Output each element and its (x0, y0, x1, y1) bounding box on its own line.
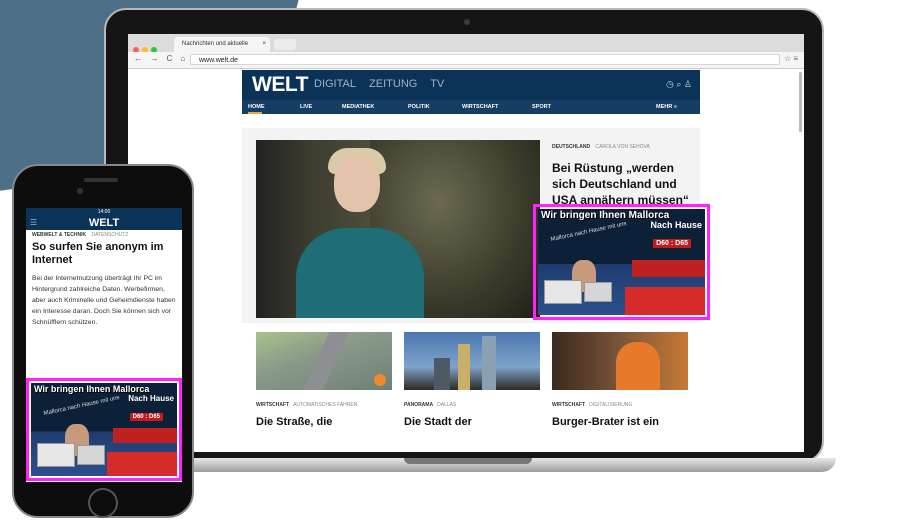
nav-home[interactable]: HOME (248, 104, 265, 110)
card-title[interactable]: Die Straße, die (256, 416, 392, 428)
person-shape (616, 342, 660, 390)
card-image-skyline (404, 332, 540, 390)
skyscraper-shape (482, 336, 496, 390)
bookmark-menu-icons[interactable]: ☆ ≡ (784, 54, 798, 63)
ad-headline: Wir bringen Ihnen Mallorca (34, 384, 150, 394)
phone-article-kicker: WEBWELT & TECHNIK DATENSCHUTZ (32, 232, 176, 238)
card-kicker-main: WIRTSCHAFT (256, 402, 290, 408)
section-tv[interactable]: TV (430, 78, 444, 90)
ad-subheadline: Nach Hause (128, 394, 174, 403)
ad-newspaper (584, 282, 612, 303)
ad-red-panel (112, 427, 177, 443)
teaser-card[interactable]: PANORAMA DALLAS Die Stadt der (404, 332, 540, 428)
phone-speaker (84, 178, 118, 182)
laptop-ad-banner[interactable]: Wir bringen Ihnen Mallorca Nach Hause Ma… (533, 204, 710, 320)
ad-tagline: Mallorca nach Hause mit uns (43, 395, 121, 417)
home-button[interactable] (88, 488, 118, 518)
teaser-card[interactable]: WIRTSCHAFT DIGITALISIERUNG Burger-Brater … (552, 332, 688, 428)
road-shape (302, 332, 350, 390)
play-icon[interactable] (374, 374, 386, 386)
hero-kicker-sub: CAROLA VON SEHOVA (595, 144, 650, 150)
menu-icon[interactable]: ☰ (30, 216, 37, 230)
hero-text: DEUTSCHLAND CAROLA VON SEHOVA Bei Rüstun… (552, 144, 694, 208)
ad-newspaper (77, 444, 105, 465)
scrollbar[interactable] (799, 72, 802, 132)
section-digital[interactable]: DIGITAL (314, 78, 356, 90)
smartphone: 14:00 ☰ WELT WEBWELT & TECHNIK DATENSCHU… (12, 164, 194, 518)
nav-sport[interactable]: SPORT (532, 104, 551, 110)
ad-red-panel (631, 259, 705, 277)
ad-newspaper (544, 280, 582, 305)
phone-kicker-sub: DATENSCHUTZ (91, 232, 129, 238)
browser-toolbar: ← → C ⌂ www.welt.de ☆ ≡ (128, 52, 804, 69)
skyscraper-shape (458, 344, 470, 390)
hero-kicker-main: DEUTSCHLAND (552, 144, 591, 150)
ad-content: Wir bringen Ihnen Mallorca Nach Hause Ma… (538, 209, 705, 315)
phone-screen: 14:00 ☰ WELT WEBWELT & TECHNIK DATENSCHU… (26, 208, 182, 482)
card-kicker-main: PANORAMA (404, 402, 434, 408)
card-title[interactable]: Die Stadt der (404, 416, 540, 428)
browser-tab-bar: Nachrichten und aktuelle × (128, 34, 804, 53)
card-image-highway (256, 332, 392, 390)
site-nav: HOME LIVE MEDIATHEK POLITIK WIRTSCHAFT S… (242, 100, 700, 114)
browser-tab[interactable]: Nachrichten und aktuelle × (174, 37, 270, 52)
card-kicker: PANORAMA DALLAS (404, 402, 540, 408)
ad-subheadline: Nach Hause (650, 220, 702, 230)
hero-headline[interactable]: Bei Rüstung „werden sich Deutschland und… (552, 160, 694, 208)
welt-website: WELT DIGITAL ZEITUNG TV ◷ ⌕ ♙ HOME LIVE … (242, 70, 710, 428)
person-face (334, 156, 380, 212)
skyscraper-shape (434, 358, 450, 390)
welt-logo[interactable]: WELT (252, 73, 308, 97)
hero-kicker: DEUTSCHLAND CAROLA VON SEHOVA (552, 144, 694, 150)
ad-price: D60 : D65 (653, 239, 691, 248)
phone-ad-banner[interactable]: Wir bringen Ihnen Mallorca Nach Hause Ma… (26, 378, 182, 481)
nav-more[interactable]: MEHR ≡ (656, 104, 677, 110)
card-kicker-sub: DIGITALISIERUNG (589, 402, 633, 408)
nav-active-indicator (248, 112, 262, 114)
card-title[interactable]: Burger-Brater ist ein (552, 416, 688, 428)
laptop-screen: Nachrichten und aktuelle × ← → C ⌂ www.w… (128, 34, 804, 452)
header-icons[interactable]: ◷ ⌕ ♙ (666, 79, 692, 90)
person-jacket (296, 228, 424, 318)
phone-site-header: ☰ WELT (26, 216, 182, 230)
ad-price: D60 : D65 (129, 413, 163, 421)
card-kicker-main: WIRTSCHAFT (552, 402, 586, 408)
phone-status-bar: 14:00 (26, 208, 182, 216)
laptop-camera (464, 19, 470, 25)
phone-kicker-main: WEBWELT & TECHNIK (32, 232, 87, 238)
new-tab-button[interactable] (274, 39, 296, 50)
card-image-burger (552, 332, 688, 390)
ad-content: Wir bringen Ihnen Mallorca Nach Hause Ma… (31, 383, 177, 476)
phone-camera (77, 188, 83, 194)
hero-image[interactable] (256, 140, 540, 318)
phone-article-title[interactable]: So surfen Sie anonym im Internet (32, 241, 176, 267)
ad-contact-panel (106, 451, 177, 476)
address-bar[interactable]: www.welt.de (190, 54, 780, 65)
section-zeitung[interactable]: ZEITUNG (369, 78, 417, 90)
card-kicker: WIRTSCHAFT DIGITALISIERUNG (552, 402, 688, 408)
laptop: Nachrichten und aktuelle × ← → C ⌂ www.w… (104, 8, 824, 463)
site-header: WELT DIGITAL ZEITUNG TV ◷ ⌕ ♙ (242, 70, 700, 100)
card-kicker-sub: DALLAS (437, 402, 457, 408)
ad-contact-panel (624, 287, 705, 315)
card-kicker: WIRTSCHAFT AUTOMATISCHES FAHREN (256, 402, 392, 408)
nav-mediathek[interactable]: MEDIATHEK (342, 104, 374, 110)
section-links: DIGITAL ZEITUNG TV (314, 78, 454, 90)
ad-newspaper (37, 442, 75, 467)
nav-live[interactable]: LIVE (300, 104, 312, 110)
navigation-buttons[interactable]: ← → C ⌂ (134, 54, 188, 63)
card-kicker-sub: AUTOMATISCHES FAHREN (293, 402, 358, 408)
phone-article-body: Bei der Internetnutzung überträgt Ihr PC… (32, 275, 176, 326)
teaser-card[interactable]: WIRTSCHAFT AUTOMATISCHES FAHREN Die Straß… (256, 332, 392, 428)
nav-wirtschaft[interactable]: WIRTSCHAFT (462, 104, 498, 110)
laptop-notch (404, 458, 532, 464)
ad-tagline: Mallorca nach Hause mit uns (550, 221, 628, 243)
nav-politik[interactable]: POLITIK (408, 104, 430, 110)
tab-close-icon[interactable]: × (262, 37, 266, 52)
phone-article: WEBWELT & TECHNIK DATENSCHUTZ So surfen … (26, 230, 182, 330)
phone-welt-logo[interactable]: WELT (89, 217, 119, 229)
tab-title: Nachrichten und aktuelle (182, 41, 249, 47)
